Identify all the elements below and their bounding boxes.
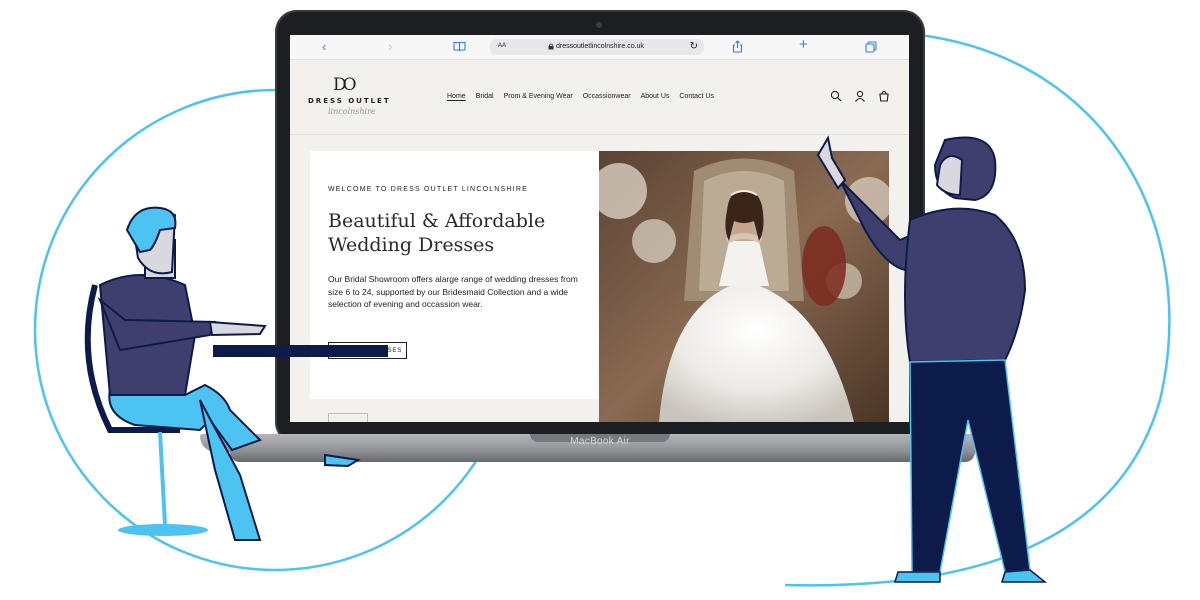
standing-woman — [816, 135, 1048, 583]
seated-man — [84, 206, 388, 541]
illustration: ‹ › AA dressoutletlincolnshire.co.uk ↻ + — [0, 0, 1200, 600]
people-illustration — [84, 135, 1048, 583]
